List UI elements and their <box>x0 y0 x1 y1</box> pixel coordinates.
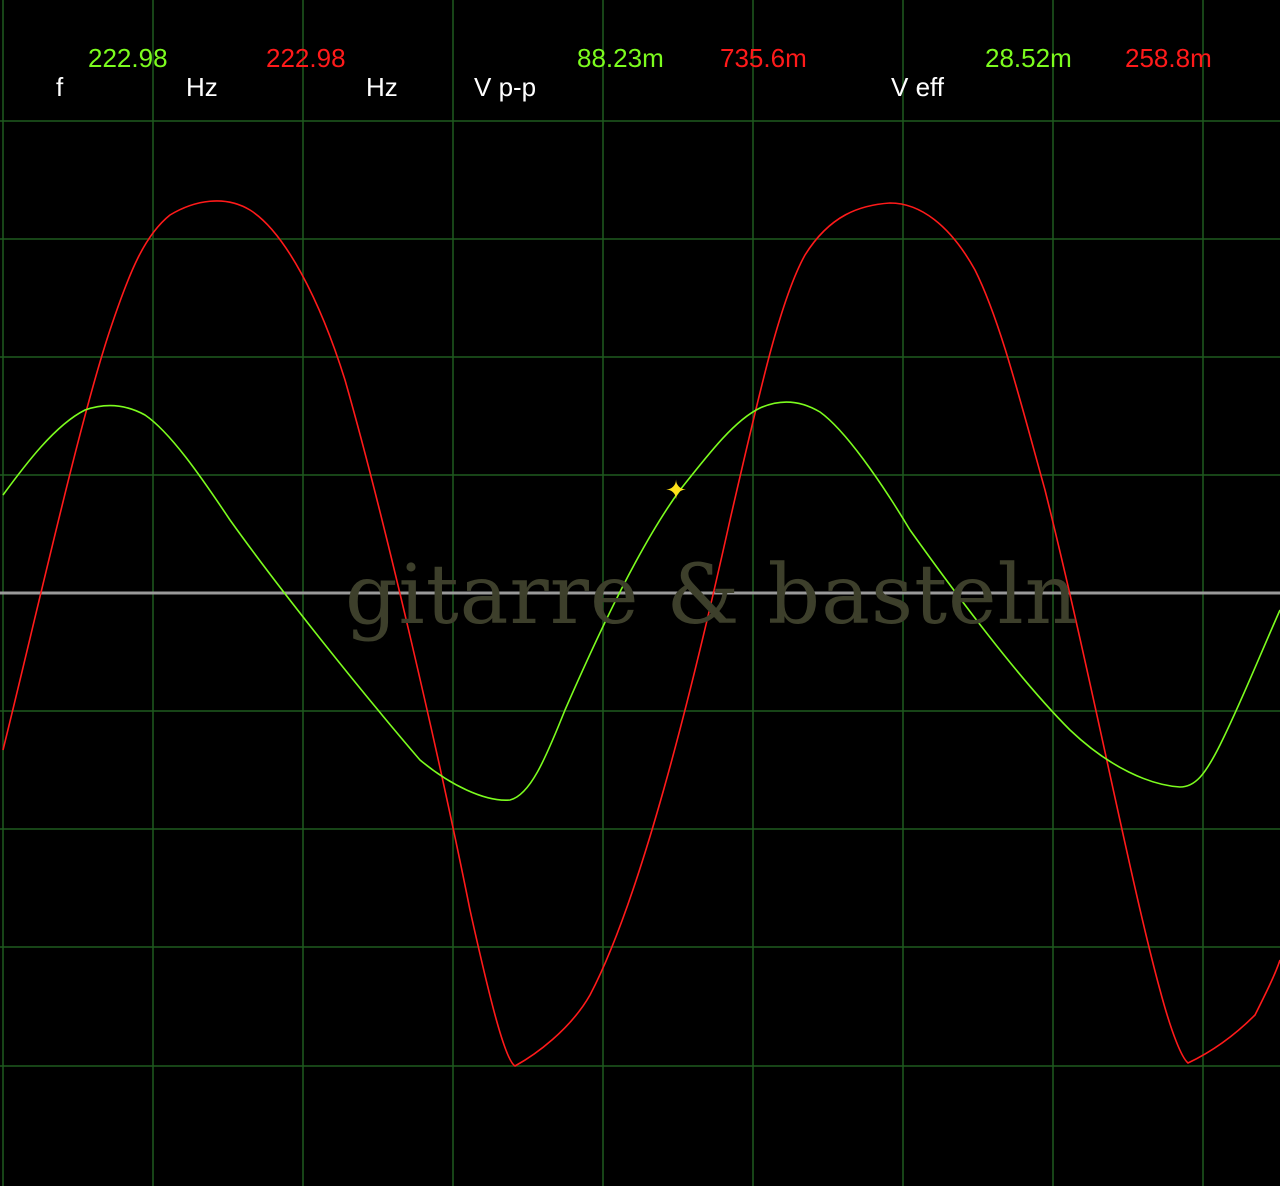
veff-label: V eff <box>891 72 945 102</box>
ch2-vpp-value: 735.6m <box>720 43 807 73</box>
ch2-frequency-unit: Hz <box>366 72 398 102</box>
sparkle-cursor-icon: ✦ <box>665 475 687 505</box>
ch2-frequency-value: 222.98 <box>266 43 346 73</box>
ch2-veff-value: 258.8m <box>1125 43 1212 73</box>
ch1-frequency-value: 222.98 <box>88 43 168 73</box>
frequency-label: f <box>56 72 64 102</box>
vpp-label: V p-p <box>474 72 537 102</box>
ch1-frequency-unit: Hz <box>186 72 218 102</box>
ch1-veff-value: 28.52m <box>985 43 1072 73</box>
watermark: gitarre & basteln <box>345 548 1079 643</box>
ch1-vpp-value: 88.23m <box>577 43 664 73</box>
